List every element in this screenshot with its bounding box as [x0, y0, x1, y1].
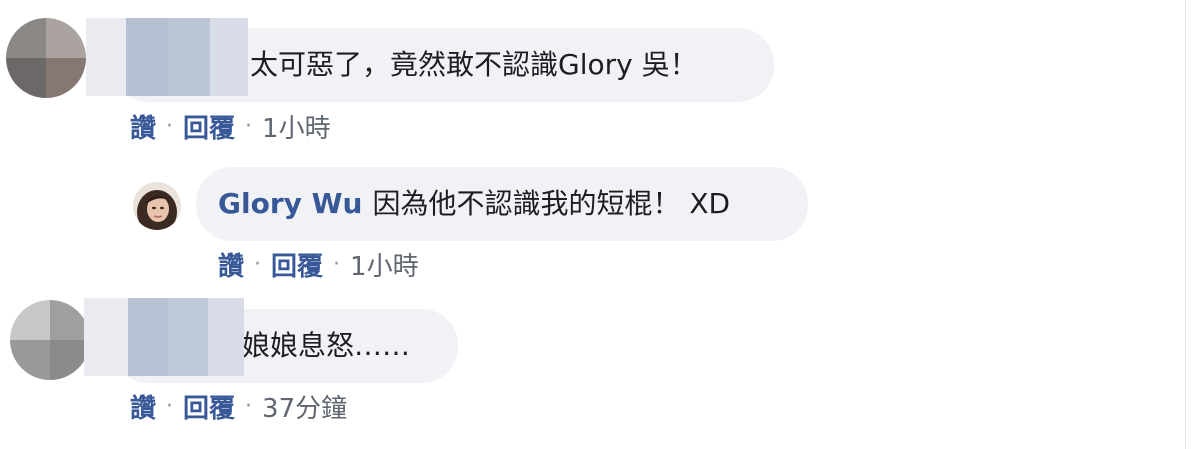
timestamp[interactable]: 1小時	[350, 246, 419, 283]
author-name[interactable]: Glory Wu	[218, 187, 362, 220]
timestamp[interactable]: 1小時	[262, 108, 331, 145]
separator: ·	[245, 394, 253, 419]
author-name-blurred[interactable]	[84, 298, 244, 376]
separator: ·	[166, 114, 174, 139]
comment-actions: 讚 · 回覆 · 1小時	[218, 246, 419, 283]
like-link[interactable]: 讚	[218, 246, 244, 283]
separator: ·	[254, 252, 262, 277]
comment-text: 因為他不認識我的短棍！ XD	[372, 187, 731, 220]
comment-text: 娘娘息怒……	[242, 329, 411, 362]
separator: ·	[245, 114, 253, 139]
like-link[interactable]: 讚	[130, 108, 156, 145]
avatar[interactable]	[6, 18, 86, 98]
reply-link[interactable]: 回覆	[183, 108, 235, 145]
avatar[interactable]	[10, 300, 90, 380]
avatar[interactable]	[133, 182, 181, 230]
author-name-blurred[interactable]	[86, 18, 248, 96]
scrollbar[interactable]	[1185, 0, 1200, 449]
timestamp[interactable]: 37分鐘	[262, 388, 347, 425]
separator: ·	[166, 394, 174, 419]
comment-actions: 讚 · 回覆 · 1小時	[130, 108, 331, 145]
reply-link[interactable]: 回覆	[271, 246, 323, 283]
separator: ·	[333, 252, 341, 277]
comment-text: 太可惡了，竟然敢不認識Glory 吳！	[250, 48, 698, 81]
reply-link[interactable]: 回覆	[183, 388, 235, 425]
reply-bubble: Glory Wu 因為他不認識我的短棍！ XD	[196, 167, 808, 241]
like-link[interactable]: 讚	[130, 388, 156, 425]
comment-actions: 讚 · 回覆 · 37分鐘	[130, 388, 347, 425]
